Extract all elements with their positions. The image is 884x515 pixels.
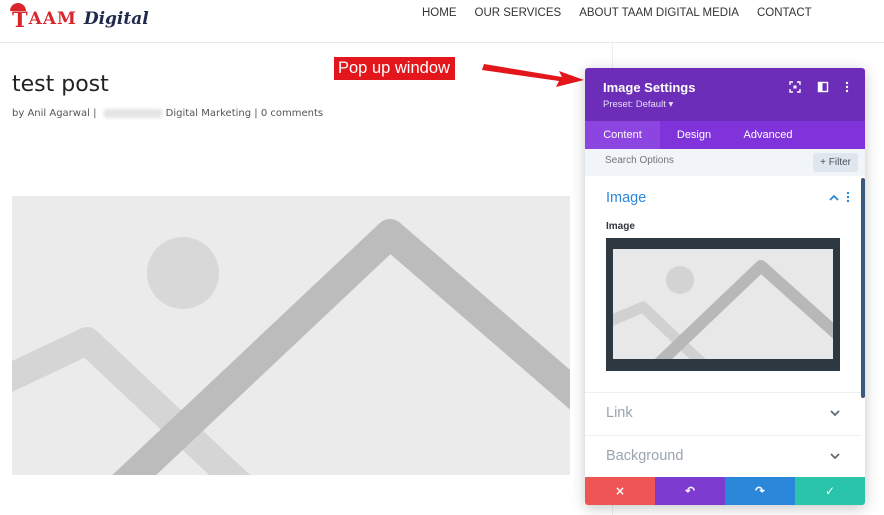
section-more-icon[interactable] bbox=[846, 191, 850, 206]
check-icon: ✓ bbox=[824, 484, 836, 498]
modal-footer: × ↶ ↷ ✓ bbox=[585, 477, 865, 505]
nav-services[interactable]: OUR SERVICES bbox=[475, 7, 562, 19]
preset-dropdown[interactable]: Preset: Default ▾ bbox=[603, 99, 673, 110]
blurred-date bbox=[103, 108, 162, 118]
featured-image-placeholder bbox=[12, 196, 570, 475]
background-section[interactable]: Background bbox=[585, 436, 861, 478]
image-upload-field[interactable] bbox=[606, 238, 840, 371]
sidebar-icon[interactable] bbox=[816, 81, 830, 95]
image-section: Image Image bbox=[585, 176, 861, 391]
undo-icon: ↶ bbox=[684, 484, 696, 498]
undo-button[interactable]: ↶ bbox=[655, 477, 725, 505]
meta-prefix: by bbox=[12, 108, 28, 119]
link-section[interactable]: Link bbox=[585, 393, 861, 435]
chevron-down-icon bbox=[830, 407, 840, 420]
image-settings-modal: Image Settings Preset: Default ▾ Content… bbox=[585, 68, 865, 505]
category-link[interactable]: Digital Marketing bbox=[166, 108, 251, 119]
image-placeholder-icon bbox=[12, 196, 570, 475]
chevron-up-icon[interactable] bbox=[829, 192, 839, 205]
popup-annotation-label: Pop up window bbox=[334, 57, 455, 80]
modal-tabs: Content Design Advanced bbox=[585, 121, 865, 149]
scrollbar-thumb[interactable] bbox=[861, 178, 865, 398]
filter-button[interactable]: + Filter bbox=[813, 153, 858, 172]
image-field-label: Image bbox=[606, 221, 635, 232]
save-button[interactable]: ✓ bbox=[795, 477, 865, 505]
author-link[interactable]: Anil Agarwal bbox=[27, 108, 89, 119]
meta-separator: | bbox=[251, 108, 261, 119]
upload-preview bbox=[613, 249, 833, 359]
logo-word: Digital bbox=[83, 9, 149, 29]
image-placeholder-icon bbox=[613, 249, 833, 359]
site-header: T AAM Digital HOME OUR SERVICES ABOUT TA… bbox=[0, 0, 884, 43]
section-title[interactable]: Image bbox=[606, 190, 646, 206]
tab-advanced[interactable]: Advanced bbox=[728, 121, 808, 149]
redo-button[interactable]: ↷ bbox=[725, 477, 795, 505]
discard-button[interactable]: × bbox=[585, 477, 655, 505]
search-bar: + Filter bbox=[585, 149, 865, 176]
modal-title: Image Settings bbox=[603, 80, 696, 95]
close-icon: × bbox=[614, 484, 626, 498]
background-section-title: Background bbox=[606, 448, 684, 464]
post-title: test post bbox=[12, 72, 109, 97]
nav-contact[interactable]: CONTACT bbox=[757, 7, 812, 19]
post-meta: by Anil Agarwal | Digital Marketing | 0 … bbox=[12, 108, 323, 119]
nav-about[interactable]: ABOUT TAAM DIGITAL MEDIA bbox=[579, 7, 739, 19]
more-icon[interactable] bbox=[840, 81, 854, 95]
link-section-title: Link bbox=[606, 405, 633, 421]
meta-separator: | bbox=[89, 108, 100, 119]
modal-header[interactable]: Image Settings Preset: Default ▾ bbox=[585, 68, 865, 121]
comments-link[interactable]: 0 comments bbox=[261, 108, 323, 119]
nav-home[interactable]: HOME bbox=[422, 7, 457, 19]
tab-design[interactable]: Design bbox=[660, 121, 728, 149]
expand-icon[interactable] bbox=[788, 81, 802, 95]
chevron-down-icon bbox=[830, 450, 840, 463]
redo-icon: ↷ bbox=[754, 484, 766, 498]
search-options-input[interactable] bbox=[605, 155, 785, 166]
logo-text: AAM bbox=[28, 9, 77, 29]
annotation-arrow-icon bbox=[482, 64, 584, 87]
logo-letter: T bbox=[10, 2, 28, 32]
main-nav: HOME OUR SERVICES ABOUT TAAM DIGITAL MED… bbox=[422, 7, 830, 19]
site-logo[interactable]: T AAM Digital bbox=[10, 2, 149, 32]
tab-content[interactable]: Content bbox=[585, 121, 660, 149]
